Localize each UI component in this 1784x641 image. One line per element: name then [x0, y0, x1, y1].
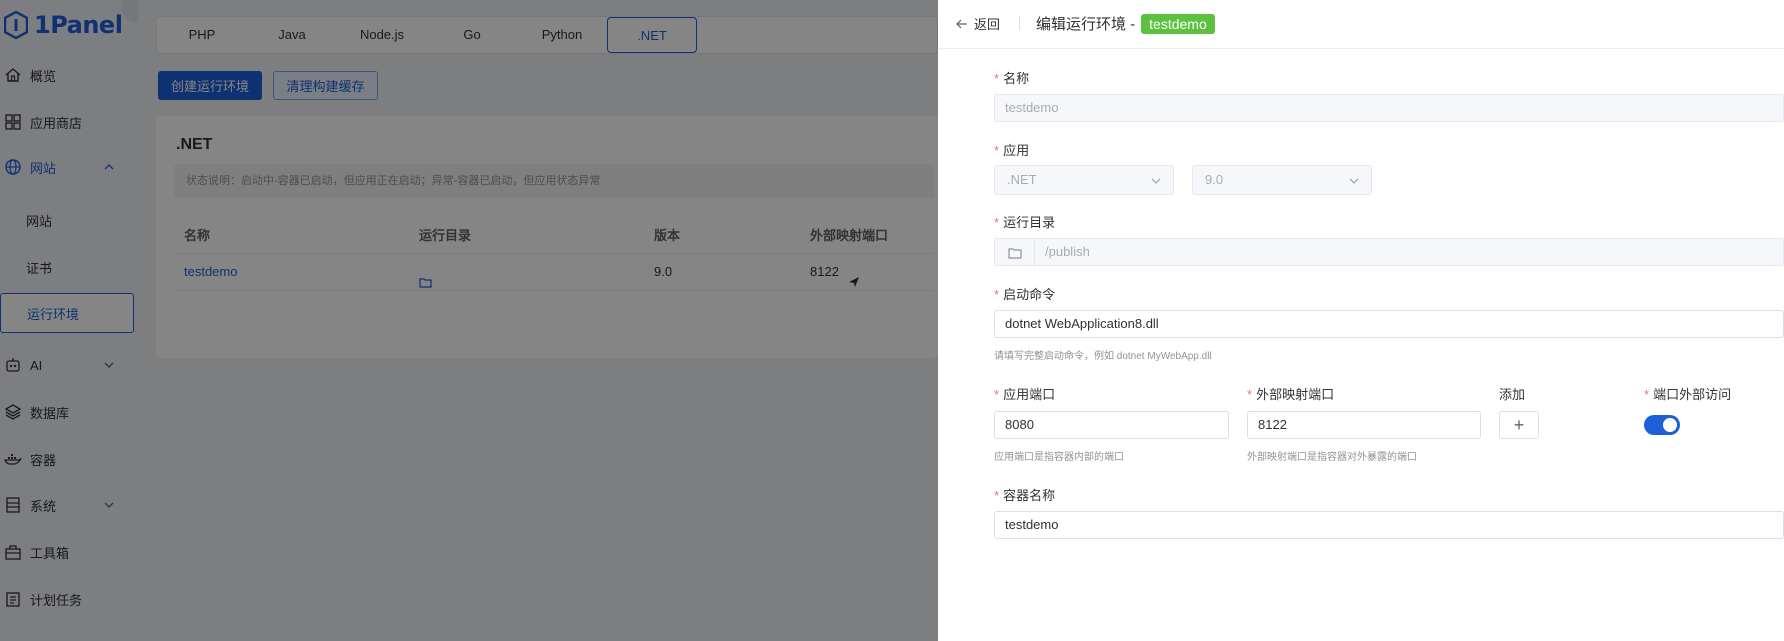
app-port-input[interactable]: 8080 [994, 411, 1229, 439]
drawer-title: 编辑运行环境 - testdemo [1036, 13, 1215, 34]
app-select-value: .NET [1007, 172, 1037, 187]
ext-port-input[interactable]: 8122 [1247, 411, 1481, 439]
label-text: 端口外部访问 [1653, 387, 1732, 402]
container-name-label: * 容器名称 [994, 488, 1056, 503]
back-button[interactable]: 返回 [956, 14, 1000, 33]
external-access-label: * 端口外部访问 [1644, 387, 1732, 402]
label-text: 启动命令 [1003, 287, 1056, 302]
external-access-toggle[interactable] [1644, 415, 1680, 435]
command-help: 请填写完整启动命令，例如 dotnet MyWebApp.dll [994, 351, 1212, 362]
label-text: 应用端口 [1003, 387, 1056, 402]
label-text: 名称 [1003, 71, 1030, 86]
back-label: 返回 [974, 17, 1001, 32]
version-select[interactable]: 9.0 [1192, 165, 1372, 195]
add-label: 添加 [1499, 387, 1526, 402]
edit-runtime-drawer: 返回 编辑运行环境 - testdemo * 名称 testdemo * 应用 .N… [938, 0, 1784, 641]
label-text: 运行目录 [1003, 215, 1056, 230]
container-name-input[interactable]: testdemo [994, 511, 1784, 539]
add-port-button[interactable]: + [1499, 411, 1539, 439]
chevron-down-icon [1151, 178, 1161, 184]
toggle-knob [1663, 418, 1677, 432]
app-port-label: * 应用端口 [994, 387, 1056, 402]
ext-port-help: 外部映射端口是指容器对外暴露的端口 [1247, 452, 1417, 463]
command-input[interactable]: dotnet WebApplication8.dll [994, 310, 1784, 338]
app-label: * 应用 [994, 143, 1030, 158]
modal-overlay[interactable] [0, 0, 938, 641]
app-select[interactable]: .NET [994, 165, 1174, 195]
runtime-name-tag: testdemo [1141, 13, 1215, 34]
arrow-left-icon [956, 19, 967, 28]
run-dir-label: * 运行目录 [994, 215, 1056, 230]
run-dir-value: /publish [1045, 244, 1090, 259]
name-input[interactable]: testdemo [994, 94, 1784, 122]
label-text: 外部映射端口 [1256, 387, 1335, 402]
label-text: 应用 [1003, 143, 1030, 158]
folder-icon[interactable] [995, 239, 1035, 267]
label-text: 容器名称 [1003, 488, 1056, 503]
drawer-header: 返回 编辑运行环境 - testdemo [938, 0, 1784, 49]
run-dir-input[interactable]: /publish [994, 238, 1784, 267]
drawer-title-text: 编辑运行环境 - [1036, 16, 1136, 33]
name-label: * 名称 [994, 71, 1030, 86]
ext-port-label: * 外部映射端口 [1247, 387, 1335, 402]
command-label: * 启动命令 [994, 287, 1056, 302]
app-port-help: 应用端口是指容器内部的端口 [994, 452, 1124, 463]
chevron-down-icon [1349, 178, 1359, 184]
version-select-value: 9.0 [1205, 172, 1224, 187]
divider [1019, 16, 1020, 30]
